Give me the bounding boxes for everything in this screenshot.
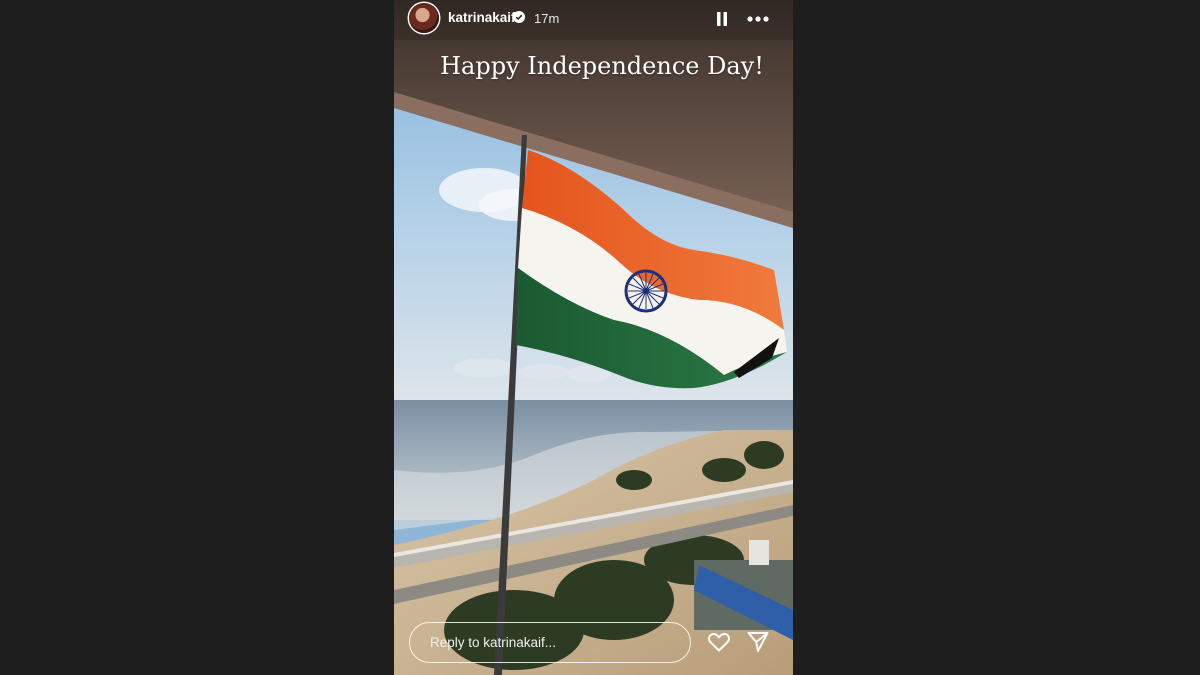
reply-placeholder: Reply to katrinakaif...	[430, 635, 557, 650]
pause-icon[interactable]	[715, 11, 729, 27]
story-viewer[interactable]: katrinakaif 17m Happy Independence Day! …	[394, 0, 793, 675]
story-photo	[394, 0, 793, 675]
more-icon[interactable]	[747, 11, 769, 27]
heart-icon[interactable]	[707, 630, 731, 654]
username[interactable]: katrinakaif	[448, 10, 516, 25]
post-time: 17m	[534, 11, 560, 26]
reply-input[interactable]: Reply to katrinakaif...	[409, 622, 691, 663]
avatar[interactable]	[409, 3, 439, 33]
verified-badge-icon	[513, 11, 525, 23]
send-icon[interactable]	[746, 630, 770, 654]
story-caption: Happy Independence Day!	[440, 52, 764, 80]
